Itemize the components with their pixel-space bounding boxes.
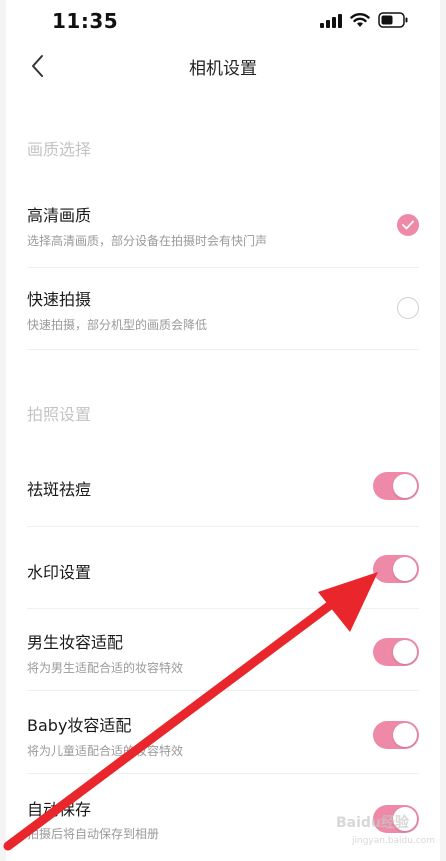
setting-baby-makeup: Baby妆容适配 将为儿童适配合适的妆容特效: [27, 692, 419, 774]
setting-male-makeup: 男生妆容适配 将为男生适配合适的妆容特效: [27, 609, 419, 691]
option-hd-quality[interactable]: 高清画质 选择高清画质，部分设备在拍摄时会有快门声: [27, 186, 419, 268]
setting-blemish-removal: 祛斑祛痘: [27, 445, 419, 527]
toggle-knob: [393, 723, 417, 747]
setting-title: 男生妆容适配: [27, 633, 124, 652]
baidu-watermark-url: jingyan.baidu.com: [352, 836, 436, 846]
toggle-knob: [393, 474, 417, 498]
option-desc: 快速拍摄，部分机型的画质会降低: [27, 318, 208, 332]
setting-desc: 将为男生适配合适的妆容特效: [27, 661, 184, 675]
setting-desc: 拍摄后将自动保存到相册: [27, 827, 160, 841]
setting-desc: 将为儿童适配合适的妆容特效: [27, 744, 184, 758]
page-title: 相机设置: [189, 59, 257, 79]
setting-title: Baby妆容适配: [27, 716, 132, 735]
baidu-watermark: Baidu经验: [336, 815, 409, 831]
toggle-switch[interactable]: [373, 638, 419, 666]
toggle-switch[interactable]: [373, 555, 419, 583]
toggle-switch[interactable]: [373, 721, 419, 749]
camera-settings-screen: 11:35 相机设置 画质选择 高清画质 选择高清画质，部分设备在拍摄时会有快门…: [6, 0, 440, 861]
setting-title: 水印设置: [27, 563, 92, 582]
check-icon: [402, 220, 414, 230]
status-bar: 11:35: [6, 0, 440, 42]
toggle-switch[interactable]: [373, 472, 419, 500]
toggle-knob: [393, 640, 417, 664]
option-desc: 选择高清画质，部分设备在拍摄时会有快门声: [27, 234, 268, 248]
radio-selected[interactable]: [397, 214, 419, 236]
section-header-quality: 画质选择: [27, 140, 92, 159]
status-time: 11:35: [52, 9, 119, 33]
cellular-signal-icon: [320, 14, 342, 28]
section-header-photo: 拍照设置: [27, 405, 92, 424]
nav-bar: 相机设置: [6, 42, 440, 90]
option-title: 快速拍摄: [27, 290, 92, 309]
radio-unselected[interactable]: [397, 297, 419, 319]
option-title: 高清画质: [27, 206, 92, 225]
battery-icon: [378, 12, 408, 28]
wifi-icon: [350, 13, 370, 27]
setting-watermark: 水印设置: [27, 527, 419, 609]
option-fast-shoot[interactable]: 快速拍摄 快速拍摄，部分机型的画质会降低: [27, 268, 419, 350]
setting-title: 自动保存: [27, 800, 92, 819]
setting-title: 祛斑祛痘: [27, 480, 92, 499]
toggle-knob: [393, 557, 417, 581]
